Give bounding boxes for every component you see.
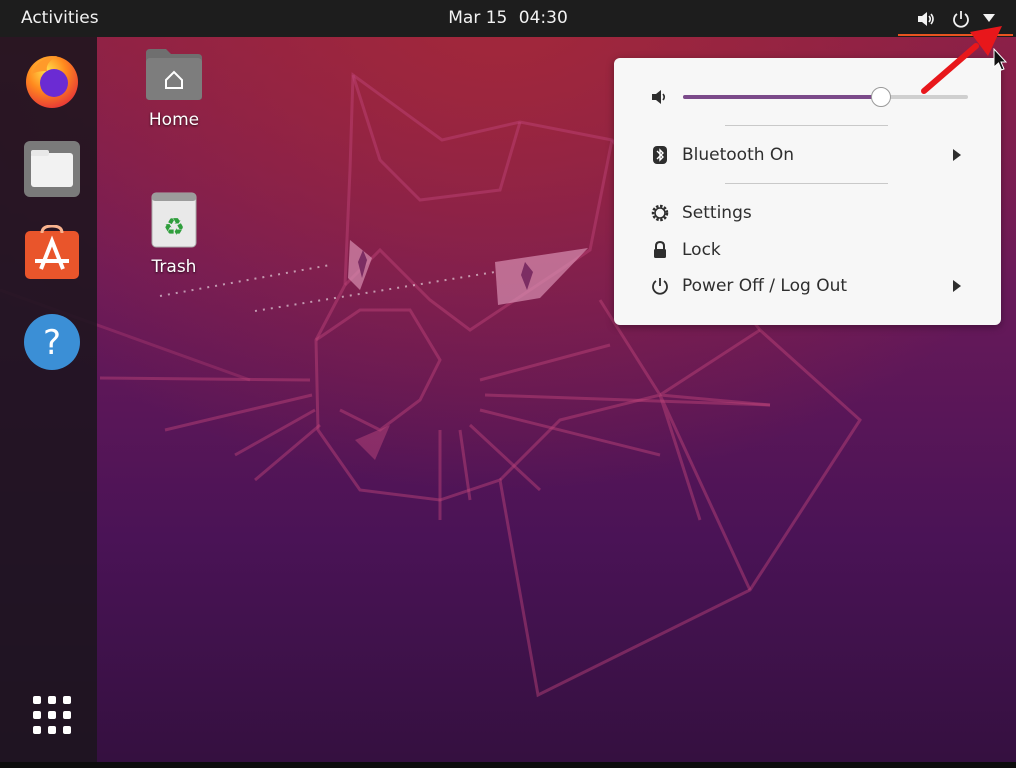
help-icon: ? <box>24 314 80 370</box>
lock-icon <box>654 240 666 258</box>
desktop-icon-label: Trash <box>151 257 197 277</box>
volume-slider-knob[interactable] <box>870 87 891 107</box>
grid-icon <box>33 696 71 734</box>
submenu-arrow-icon <box>953 280 961 292</box>
menu-separator <box>725 183 888 184</box>
files-icon <box>24 141 80 197</box>
home-folder-icon <box>146 49 202 100</box>
dock-files[interactable] <box>23 140 81 198</box>
clock-time: 04:30 <box>518 8 568 28</box>
dock: ? <box>0 37 97 762</box>
desktop-icon-trash[interactable]: ♻ Trash <box>124 192 224 277</box>
power-icon <box>652 278 668 295</box>
menu-item-power-off[interactable]: Power Off / Log Out <box>614 271 1001 301</box>
top-bar: Activities Mar 15 04:30 <box>0 0 1016 37</box>
menu-separator <box>725 125 888 126</box>
menu-item-label: Settings <box>682 203 752 223</box>
gear-icon <box>651 204 669 222</box>
dock-firefox[interactable] <box>23 51 81 109</box>
software-store-icon <box>25 224 79 279</box>
menu-item-bluetooth[interactable]: Bluetooth On <box>614 140 1001 170</box>
menu-item-settings[interactable]: Settings <box>614 198 1001 228</box>
clock[interactable]: Mar 15 04:30 <box>0 8 1016 28</box>
menu-item-label: Lock <box>682 240 721 260</box>
dock-help[interactable]: ? <box>23 313 81 371</box>
mouse-cursor-icon <box>993 48 1007 71</box>
submenu-arrow-icon <box>953 149 961 161</box>
menu-item-label: Power Off / Log Out <box>682 276 848 296</box>
system-menu: Bluetooth On Settings Lock Power Off / L… <box>614 58 1001 325</box>
menu-item-label: Bluetooth On <box>682 145 795 165</box>
dock-ubuntu-software[interactable] <box>23 224 81 283</box>
screen-bottom-edge <box>0 762 1016 768</box>
speaker-icon <box>652 90 666 104</box>
svg-text:?: ? <box>43 323 61 363</box>
clock-date: Mar 15 <box>448 8 508 28</box>
svg-text:♻: ♻ <box>163 213 185 241</box>
desktop-icon-home[interactable]: Home <box>124 47 224 130</box>
volume-slider-fill <box>683 95 880 99</box>
firefox-icon <box>26 56 78 108</box>
show-applications-button[interactable] <box>31 694 73 736</box>
desktop-icon-label: Home <box>148 110 200 130</box>
menu-item-lock[interactable]: Lock <box>614 235 1001 265</box>
trash-icon: ♻ <box>151 192 197 248</box>
bluetooth-icon <box>653 146 667 164</box>
